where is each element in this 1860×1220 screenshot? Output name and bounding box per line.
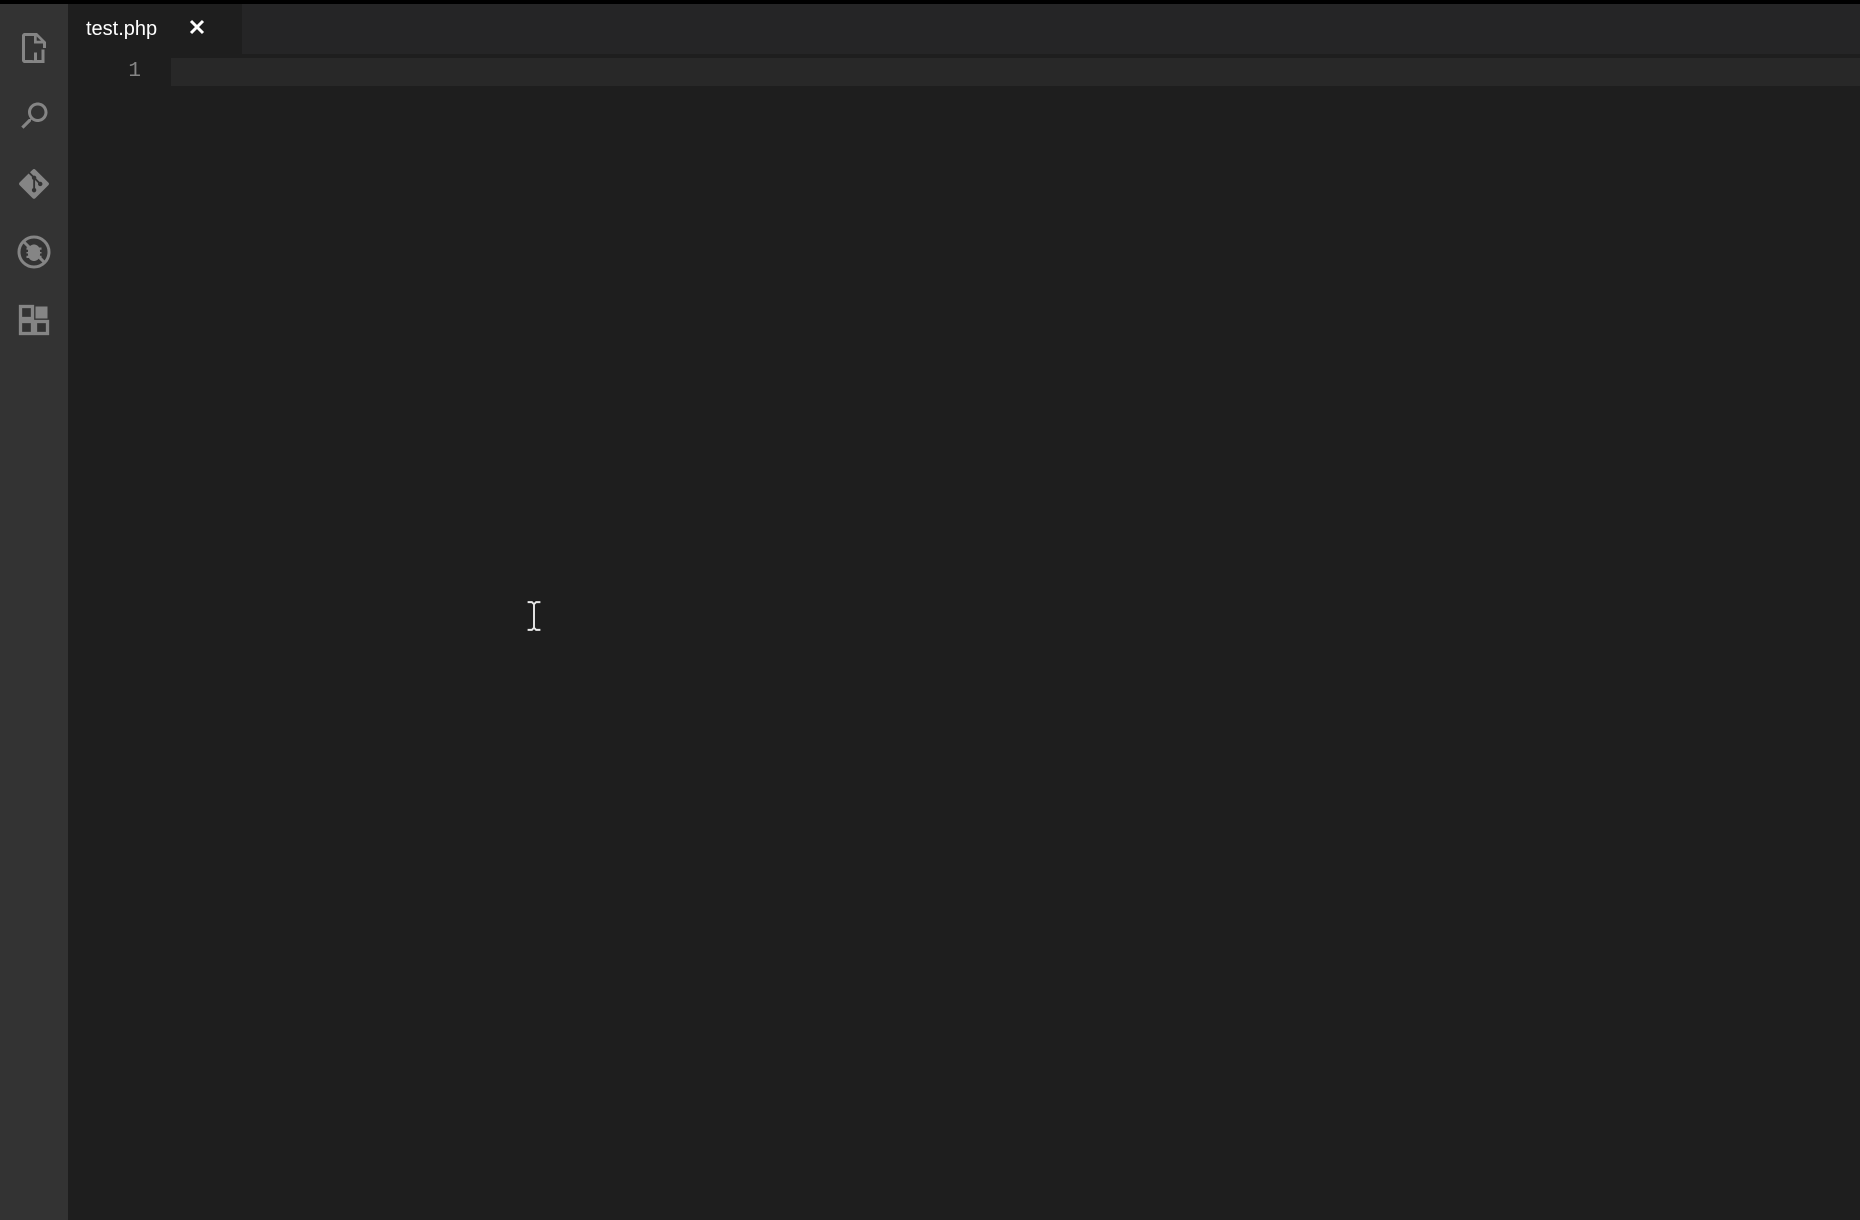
main-container: test.php 1 xyxy=(0,4,1860,1220)
line-number: 1 xyxy=(68,58,171,86)
git-icon xyxy=(16,166,52,207)
extensions-icon xyxy=(16,302,52,343)
files-icon xyxy=(16,30,52,71)
code-editor[interactable] xyxy=(171,54,1860,1220)
activity-source-control[interactable] xyxy=(0,152,68,220)
activity-explorer[interactable] xyxy=(0,16,68,84)
search-icon xyxy=(16,98,52,139)
close-icon xyxy=(189,19,205,40)
line-gutter: 1 xyxy=(68,54,171,1220)
current-line-highlight xyxy=(171,58,1860,86)
tab-close-button[interactable] xyxy=(187,19,207,39)
activity-extensions[interactable] xyxy=(0,288,68,356)
tab-label: test.php xyxy=(86,18,157,41)
activity-bar xyxy=(0,4,68,1220)
activity-search[interactable] xyxy=(0,84,68,152)
editor-content: 1 xyxy=(68,54,1860,1220)
debug-icon xyxy=(16,234,52,275)
tab-bar: test.php xyxy=(68,4,1860,54)
activity-debug[interactable] xyxy=(0,220,68,288)
editor-area: test.php 1 xyxy=(68,4,1860,1220)
tab-test-php[interactable]: test.php xyxy=(68,4,243,54)
